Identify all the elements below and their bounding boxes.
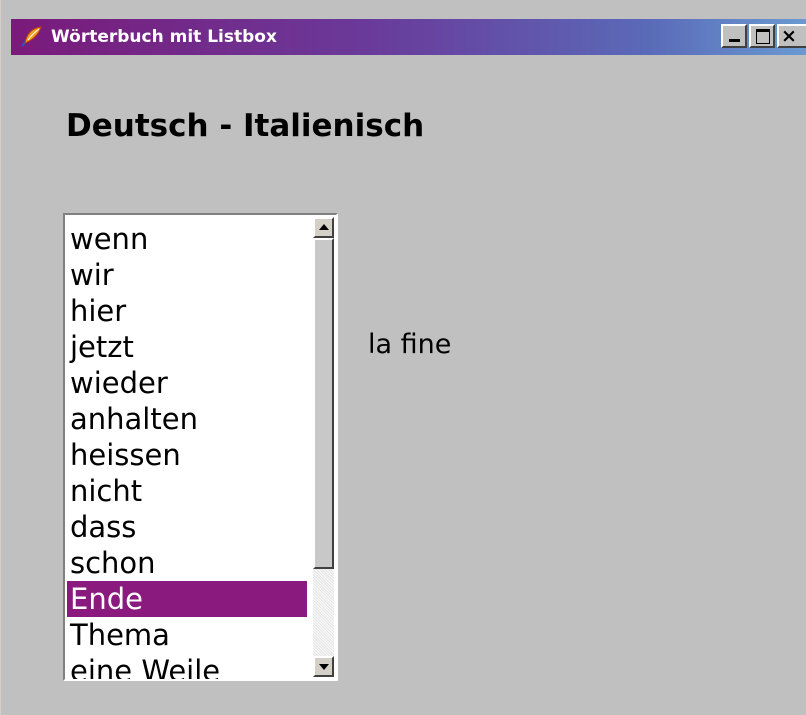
close-button[interactable]: × [777, 24, 806, 48]
arrow-up-icon [319, 224, 329, 230]
translation-label: la fine [368, 329, 452, 360]
scrollbar-thumb[interactable] [313, 238, 334, 569]
minimize-icon [729, 39, 740, 42]
list-item[interactable]: schon [67, 545, 307, 581]
close-icon: × [781, 25, 797, 47]
scroll-down-button[interactable] [313, 656, 334, 677]
listbox-items: wenn wir hier jetzt wieder anhalten heissen nic… [67, 221, 307, 679]
list-item[interactable]: heissen [67, 437, 307, 473]
app-window: Wörterbuch mit Listbox × Deutsch - Itali… [0, 0, 806, 715]
minimize-button[interactable] [721, 24, 747, 48]
window-title: Wörterbuch mit Listbox [51, 27, 277, 47]
list-item[interactable]: wir [67, 257, 307, 293]
word-listbox[interactable]: wenn wir hier jetzt wieder anhalten heissen nic… [63, 213, 338, 681]
list-item[interactable]: dass [67, 509, 307, 545]
maximize-button[interactable] [749, 24, 775, 48]
list-item[interactable]: wenn [67, 221, 307, 257]
page-heading: Deutsch - Italienisch [66, 108, 425, 144]
list-item[interactable]: anhalten [67, 401, 307, 437]
feather-icon [21, 26, 42, 47]
list-item-selected[interactable]: Ende [67, 581, 307, 617]
list-item[interactable]: eine Weile [67, 653, 307, 679]
listbox-scrollbar[interactable] [313, 217, 334, 677]
arrow-down-icon [319, 664, 329, 670]
list-item[interactable]: hier [67, 293, 307, 329]
list-item[interactable]: nicht [67, 473, 307, 509]
list-item[interactable]: wieder [67, 365, 307, 401]
maximize-icon [756, 29, 770, 44]
scroll-up-button[interactable] [313, 217, 334, 238]
list-item[interactable]: Thema [67, 617, 307, 653]
title-bar[interactable]: Wörterbuch mit Listbox × [11, 19, 806, 55]
list-item[interactable]: jetzt [67, 329, 307, 365]
